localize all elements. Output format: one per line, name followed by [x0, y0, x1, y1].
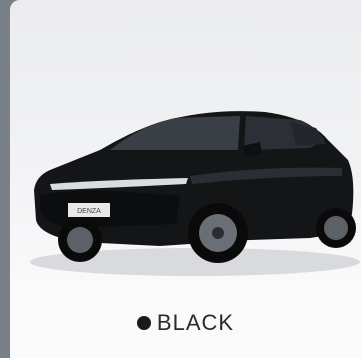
color-caption: BLACK — [10, 306, 361, 340]
car-illustration: DENZA — [30, 111, 360, 276]
car-badge: DENZA — [77, 208, 101, 215]
color-name-label: BLACK — [156, 310, 235, 335]
car-image: DENZA — [10, 0, 361, 290]
color-option-card[interactable]: DENZA BLACK — [10, 0, 361, 358]
color-swatch-dot — [136, 316, 151, 330]
